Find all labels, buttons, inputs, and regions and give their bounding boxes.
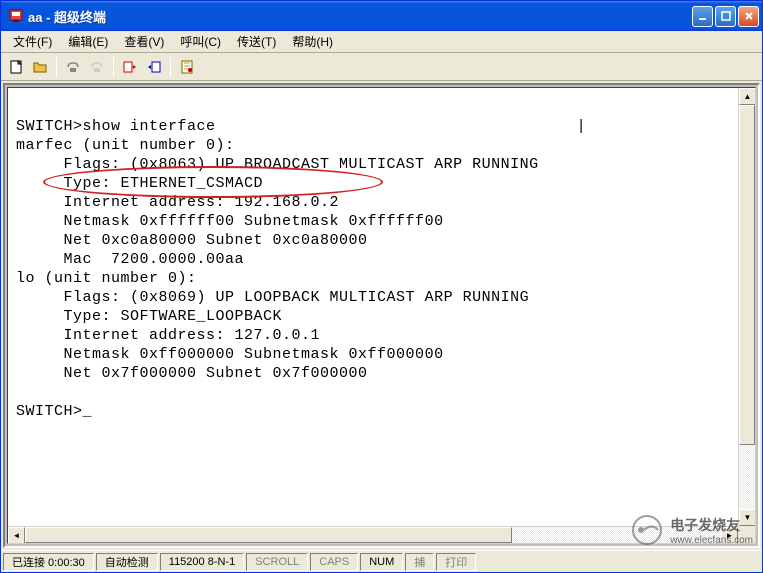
receive-button[interactable] [143,56,165,78]
statusbar: 已连接 0:00:30 自动检测 115200 8-N-1 SCROLL CAP… [1,550,762,572]
terminal-line: SWITCH>_ [16,403,92,420]
watermark: 电子发烧友 www.elecfans.com [630,513,753,547]
menu-call[interactable]: 呼叫(C) [172,31,229,52]
app-window: aa - 超级终端 文件(F) 编辑(E) 查看(V) 呼叫(C) 传送(T) … [0,0,763,573]
menubar: 文件(F) 编辑(E) 查看(V) 呼叫(C) 传送(T) 帮助(H) [1,31,762,53]
toolbar-separator [113,57,114,77]
app-icon [8,8,24,24]
toolbar-separator [56,57,57,77]
status-connected: 已连接 0:00:30 [3,553,94,571]
menu-help[interactable]: 帮助(H) [284,31,341,52]
window-controls [692,6,759,27]
toolbar-separator [170,57,171,77]
disconnect-button[interactable] [86,56,108,78]
terminal-line: Flags: (0x8063) UP BROADCAST MULTICAST A… [16,156,539,173]
menu-file[interactable]: 文件(F) [5,31,60,52]
terminal-line: Netmask 0xff000000 Subnetmask 0xff000000 [16,346,444,363]
terminal-line: Type: SOFTWARE_LOOPBACK [16,308,282,325]
terminal-output[interactable]: SWITCH>show interface | marfec (unit num… [8,88,755,469]
properties-button[interactable] [176,56,198,78]
terminal-line: marfec (unit number 0): [16,137,235,154]
window-title: aa - 超级终端 [28,7,692,26]
menu-edit[interactable]: 编辑(E) [60,31,116,52]
terminal-inner: SWITCH>show interface | marfec (unit num… [7,87,756,544]
terminal-line: SWITCH>show interface | [16,118,586,135]
minimize-button[interactable] [692,6,713,27]
scroll-track[interactable] [25,527,721,543]
scroll-thumb[interactable] [25,527,512,543]
scroll-track[interactable] [739,105,755,509]
status-capture: 捕 [405,553,434,571]
connect-button[interactable] [62,56,84,78]
menu-view[interactable]: 查看(V) [116,31,172,52]
status-autodetect: 自动检测 [96,553,158,571]
close-button[interactable] [738,6,759,27]
new-button[interactable] [5,56,27,78]
terminal-line: Net 0xc0a80000 Subnet 0xc0a80000 [16,232,368,249]
terminal-line: Flags: (0x8069) UP LOOPBACK MULTICAST AR… [16,289,529,306]
terminal-line: Internet address: 192.168.0.2 [16,194,339,211]
watermark-icon [630,513,664,547]
status-print: 打印 [436,553,476,571]
watermark-url: www.elecfans.com [670,535,753,546]
status-caps: CAPS [310,553,358,571]
watermark-text: 电子发烧友 [670,515,753,535]
status-num: NUM [360,553,403,571]
status-scroll: SCROLL [246,553,308,571]
terminal-line: lo (unit number 0): [16,270,197,287]
vertical-scrollbar[interactable]: ▲ ▼ [738,88,755,526]
scroll-thumb[interactable] [739,105,755,445]
titlebar[interactable]: aa - 超级终端 [1,1,762,31]
scroll-up-button[interactable]: ▲ [739,88,756,105]
menu-transfer[interactable]: 传送(T) [229,31,284,52]
toolbar [1,53,762,81]
horizontal-scrollbar[interactable]: ◄ ► [8,526,738,543]
terminal-line: Net 0x7f000000 Subnet 0x7f000000 [16,365,368,382]
terminal-line: Mac 7200.0000.00aa [16,251,244,268]
terminal-container: SWITCH>show interface | marfec (unit num… [3,83,760,548]
terminal-line: Netmask 0xffffff00 Subnetmask 0xffffff00 [16,213,444,230]
status-config: 115200 8-N-1 [160,553,244,571]
scroll-left-button[interactable]: ◄ [8,527,25,544]
send-button[interactable] [119,56,141,78]
terminal-line: Internet address: 127.0.0.1 [16,327,320,344]
terminal-line: Type: ETHERNET_CSMACD [16,175,263,192]
maximize-button[interactable] [715,6,736,27]
open-button[interactable] [29,56,51,78]
